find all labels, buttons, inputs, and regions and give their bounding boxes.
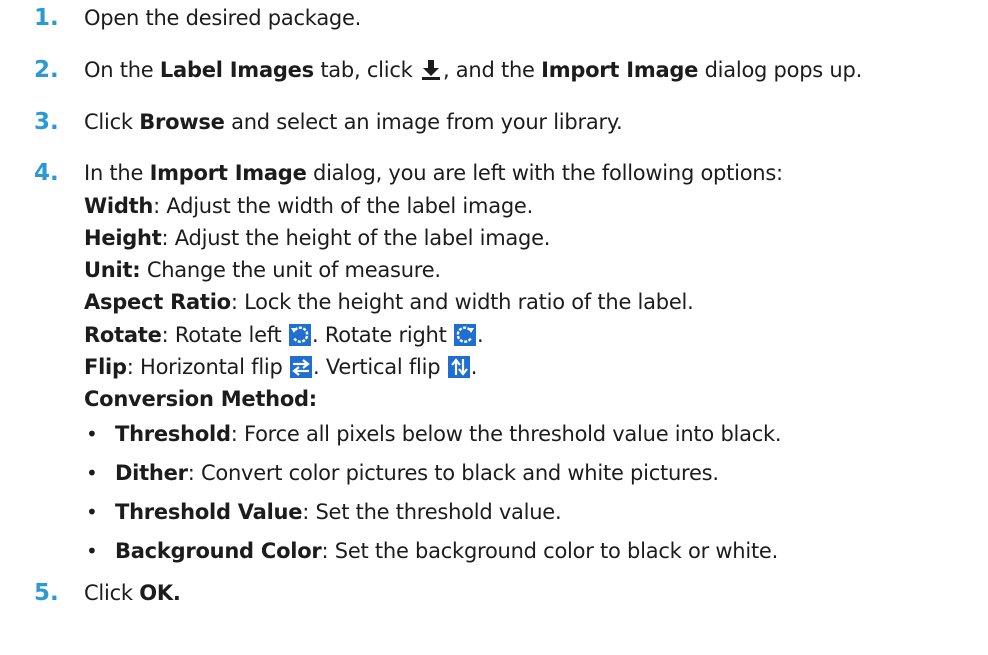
bold-term: Flip (84, 355, 127, 379)
bold-term: Unit: (84, 258, 141, 282)
rotate-right-icon (454, 324, 477, 346)
step-number: 1. (34, 5, 59, 31)
text-run: : Adjust the width of the label image. (153, 194, 534, 218)
text-run: tab, click (313, 58, 419, 82)
option-aspect-ratio: Aspect Ratio: Lock the height and width … (84, 289, 694, 315)
step-text: Click Browse and select an image from yo… (84, 109, 623, 135)
bullet: • (86, 461, 98, 485)
option-conversion-method: Conversion Method: (84, 386, 317, 412)
bold-term: Dither (115, 461, 188, 485)
step-text: In the Import Image dialog, you are left… (84, 160, 783, 186)
text-run: . (477, 323, 484, 347)
bold-term: Browse (139, 110, 225, 134)
vertical-flip-icon (447, 356, 470, 378)
text-run: : Convert color pictures to black and wh… (187, 461, 719, 485)
bold-term: Threshold (115, 422, 231, 446)
text-run: : Set the background color to black or w… (321, 539, 779, 563)
step-number: 3. (34, 109, 59, 135)
conversion-item: Threshold: Force all pixels below the th… (115, 421, 782, 447)
bold-term: Rotate (84, 323, 162, 347)
text-run: Change the unit of measure. (140, 258, 441, 282)
text-run: : Set the threshold value. (302, 500, 562, 524)
bold-term: Aspect Ratio (84, 290, 231, 314)
step-text: Open the desired package. (84, 5, 361, 31)
text-run: , and the (442, 58, 542, 82)
conversion-item: Threshold Value: Set the threshold value… (115, 499, 562, 525)
text-run: Click (84, 110, 140, 134)
text-run: . Rotate right (311, 323, 454, 347)
horizontal-flip-icon (290, 356, 312, 378)
bold-term: Label Images (159, 58, 314, 82)
step-text: Click OK. (84, 580, 181, 606)
bold-term: Width (84, 194, 154, 218)
bold-term: Background Color (115, 539, 322, 563)
step-1-text: Open the desired package. (84, 6, 362, 30)
option-rotate: Rotate: Rotate left . Rotate right . (84, 322, 484, 348)
bold-term: Height (84, 226, 162, 250)
text-run: dialog pops up. (698, 58, 863, 82)
bold-term: OK. (139, 581, 181, 605)
text-run: and select an image from your library. (224, 110, 623, 134)
text-run: On the (84, 58, 160, 82)
bold-term: Import Image (149, 161, 307, 185)
text-run: : Rotate left (161, 323, 288, 347)
bold-term: Conversion Method: (84, 387, 317, 411)
bold-term: Threshold Value (115, 500, 303, 524)
text-run: Click (84, 581, 140, 605)
option-height: Height: Adjust the height of the label i… (84, 225, 550, 251)
conversion-item: Dither: Convert color pictures to black … (115, 460, 719, 486)
text-run: : Force all pixels below the threshold v… (230, 422, 782, 446)
text-run: : Lock the height and width ratio of the… (230, 290, 694, 314)
step-text: On the Label Images tab, click , and the… (84, 57, 862, 83)
text-run: In the (84, 161, 150, 185)
download-icon (420, 59, 442, 81)
bold-term: Import Image (541, 58, 699, 82)
text-run: dialog, you are left with the following … (306, 161, 783, 185)
text-run: : Adjust the height of the label image. (161, 226, 551, 250)
step-number: 4. (34, 160, 59, 186)
option-flip: Flip: Horizontal flip . Vertical flip . (84, 354, 477, 380)
conversion-item: Background Color: Set the background col… (115, 538, 778, 564)
bullet: • (86, 422, 98, 446)
rotate-left-icon (288, 324, 311, 346)
step-number: 2. (34, 57, 59, 83)
bullet: • (86, 500, 98, 524)
text-run: . (470, 355, 478, 379)
text-run: : Horizontal flip (126, 355, 289, 379)
text-run: . Vertical flip (313, 355, 447, 379)
bullet: • (86, 539, 98, 563)
option-unit: Unit: Change the unit of measure. (84, 257, 441, 283)
step-number: 5. (34, 580, 59, 606)
option-width: Width: Adjust the width of the label ima… (84, 193, 533, 219)
